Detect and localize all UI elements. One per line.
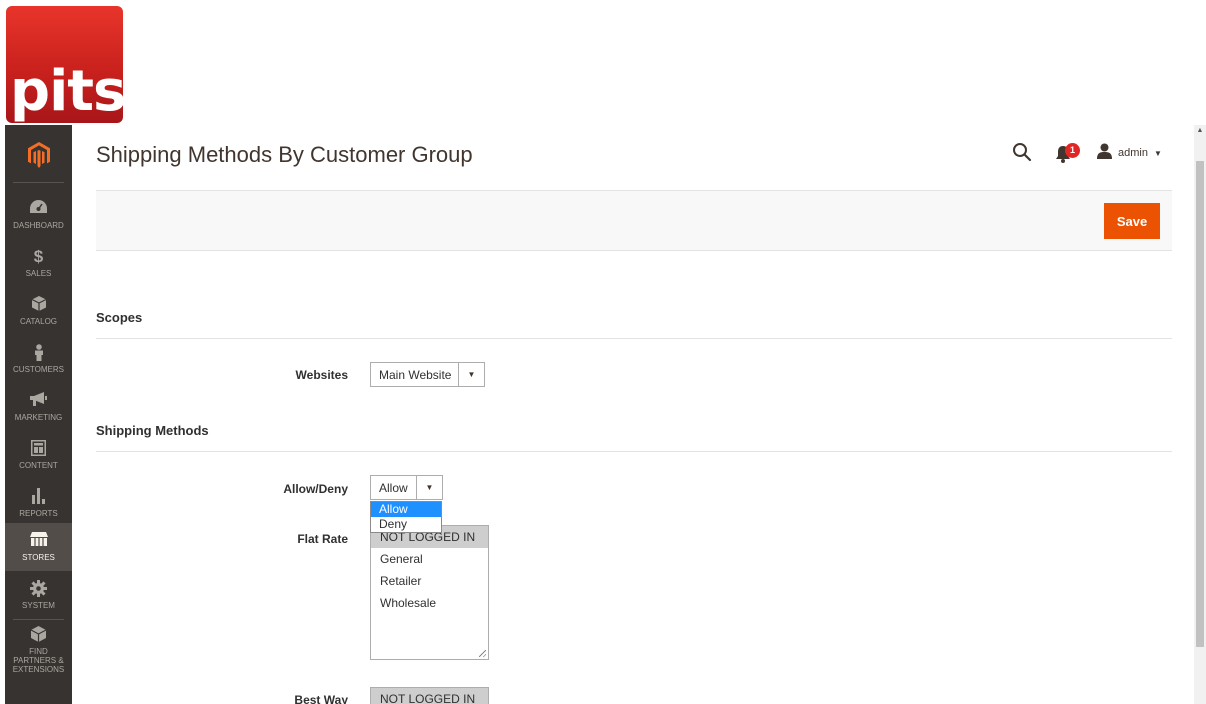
customer-group-option[interactable]: NOT LOGGED IN bbox=[371, 688, 488, 704]
scroll-up-icon[interactable]: ▲ bbox=[1194, 125, 1206, 137]
nav-label: FIND PARTNERS & EXTENSIONS bbox=[12, 647, 65, 674]
best-way-customer-groups[interactable]: NOT LOGGED IN bbox=[370, 687, 489, 704]
notification-count-badge[interactable]: 1 bbox=[1065, 143, 1080, 158]
box-icon bbox=[31, 296, 46, 314]
nav-label: CUSTOMERS bbox=[13, 365, 64, 374]
dashboard-icon bbox=[30, 200, 47, 218]
layout-icon bbox=[31, 440, 46, 458]
nav-label: DASHBOARD bbox=[13, 221, 64, 230]
scopes-section-title: Scopes bbox=[96, 310, 143, 325]
chevron-down-icon[interactable]: ▼ bbox=[416, 476, 442, 499]
dropdown-option-deny[interactable]: Deny bbox=[371, 517, 441, 532]
best-way-label: Best Way bbox=[294, 693, 348, 704]
chevron-down-icon[interactable]: ▼ bbox=[458, 363, 484, 386]
flat-rate-label: Flat Rate bbox=[297, 532, 348, 546]
resize-handle-icon[interactable] bbox=[479, 650, 486, 657]
admin-page: pits DASHBOARD $ SALES CATALOG CUSTOMERS… bbox=[0, 0, 1206, 704]
websites-select[interactable]: Main Website ▼ bbox=[370, 362, 485, 387]
save-button[interactable]: Save bbox=[1104, 203, 1160, 239]
nav-sales[interactable]: $ SALES bbox=[5, 239, 72, 287]
section-divider bbox=[96, 451, 1172, 452]
store-icon bbox=[29, 532, 48, 550]
user-name: admin bbox=[1118, 147, 1148, 159]
scrollbar-thumb[interactable] bbox=[1196, 161, 1204, 647]
pits-logo: pits bbox=[6, 6, 123, 123]
sidebar-divider bbox=[13, 619, 64, 620]
admin-sidebar: DASHBOARD $ SALES CATALOG CUSTOMERS MARK… bbox=[5, 125, 72, 704]
nav-catalog[interactable]: CATALOG bbox=[5, 287, 72, 335]
shipping-methods-section-title: Shipping Methods bbox=[96, 423, 209, 438]
admin-user-menu[interactable]: admin ▼ bbox=[1097, 143, 1162, 164]
bar-chart-icon bbox=[31, 488, 47, 506]
megaphone-icon bbox=[30, 392, 47, 410]
person-icon bbox=[34, 344, 44, 362]
nav-label: REPORTS bbox=[19, 509, 58, 518]
allow-deny-select[interactable]: Allow ▼ bbox=[370, 475, 443, 500]
nav-reports[interactable]: REPORTS bbox=[5, 479, 72, 527]
gear-icon bbox=[30, 580, 47, 598]
search-icon[interactable] bbox=[1012, 142, 1032, 162]
customer-group-option[interactable]: Retailer bbox=[371, 570, 488, 592]
nav-label: STORES bbox=[22, 553, 55, 562]
customer-group-option[interactable]: Wholesale bbox=[371, 592, 488, 614]
nav-label: SYSTEM bbox=[22, 601, 55, 610]
logo-text: pits bbox=[10, 59, 123, 123]
dropdown-option-allow[interactable]: Allow bbox=[371, 502, 441, 517]
customer-group-option[interactable]: General bbox=[371, 548, 488, 570]
page-scrollbar[interactable]: ▲ bbox=[1194, 125, 1206, 704]
nav-customers[interactable]: CUSTOMERS bbox=[5, 335, 72, 383]
allow-deny-label: Allow/Deny bbox=[283, 482, 348, 496]
nav-label: CONTENT bbox=[19, 461, 58, 470]
nav-content[interactable]: CONTENT bbox=[5, 431, 72, 479]
dollar-icon: $ bbox=[33, 247, 44, 266]
nav-stores[interactable]: STORES bbox=[5, 523, 72, 571]
nav-marketing[interactable]: MARKETING bbox=[5, 383, 72, 431]
cube-icon bbox=[30, 626, 47, 644]
nav-find-partners[interactable]: FIND PARTNERS & EXTENSIONS bbox=[5, 625, 72, 675]
nav-label: MARKETING bbox=[14, 413, 63, 422]
magento-logo-icon[interactable] bbox=[5, 135, 72, 175]
nav-label: SALES bbox=[25, 269, 52, 278]
page-actions-bar: Save bbox=[96, 190, 1172, 251]
websites-selected-value: Main Website bbox=[379, 367, 452, 382]
sidebar-divider bbox=[13, 182, 64, 183]
allow-deny-selected-value: Allow bbox=[379, 480, 408, 495]
nav-dashboard[interactable]: DASHBOARD bbox=[5, 191, 72, 239]
nav-label: CATALOG bbox=[19, 317, 58, 326]
allow-deny-dropdown: Allow Deny bbox=[370, 501, 442, 533]
chevron-down-icon: ▼ bbox=[1153, 148, 1162, 158]
websites-label: Websites bbox=[295, 368, 348, 382]
nav-system[interactable]: SYSTEM bbox=[5, 571, 72, 619]
page-title: Shipping Methods By Customer Group bbox=[96, 142, 473, 167]
user-icon bbox=[1097, 143, 1112, 164]
flat-rate-customer-groups[interactable]: NOT LOGGED IN General Retailer Wholesale bbox=[370, 525, 489, 660]
section-divider bbox=[96, 338, 1172, 339]
